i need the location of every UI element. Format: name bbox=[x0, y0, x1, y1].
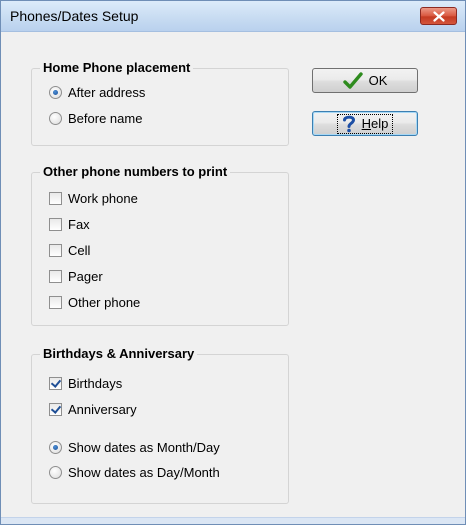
radio-before-name[interactable]: Before name bbox=[49, 109, 142, 127]
close-x-icon bbox=[433, 11, 445, 22]
after-address-label: After address bbox=[68, 84, 146, 100]
day-month-radio[interactable] bbox=[49, 465, 62, 479]
radio-after-address[interactable]: After address bbox=[49, 83, 145, 101]
other-phones-group: Other phone numbers to print Work phone … bbox=[31, 164, 289, 326]
help-button[interactable]: Help bbox=[312, 111, 418, 136]
pager-checkbox[interactable] bbox=[49, 269, 62, 283]
month-day-radio[interactable] bbox=[49, 440, 62, 454]
help-mnemonic: H bbox=[361, 116, 372, 131]
before-name-label: Before name bbox=[68, 110, 143, 126]
fax-option[interactable]: Fax bbox=[49, 215, 90, 233]
birthdays-label: Birthdays bbox=[68, 375, 123, 391]
dates-group-title: Birthdays & Anniversary bbox=[40, 346, 198, 361]
day-month-label: Show dates as Day/Month bbox=[68, 464, 220, 480]
day-month-option[interactable]: Show dates as Day/Month bbox=[49, 463, 220, 481]
month-day-option[interactable]: Show dates as Month/Day bbox=[49, 438, 220, 456]
work-phone-checkbox[interactable] bbox=[49, 191, 62, 205]
ok-button-label: OK bbox=[368, 73, 388, 88]
other-phone-option[interactable]: Other phone bbox=[49, 293, 140, 311]
help-label-rest: elp bbox=[371, 116, 389, 131]
anniversary-label: Anniversary bbox=[68, 401, 137, 417]
help-focus-ring: Help bbox=[336, 113, 394, 134]
work-phone-option[interactable]: Work phone bbox=[49, 189, 138, 207]
birthdays-option[interactable]: Birthdays bbox=[49, 374, 122, 392]
after-address-radio[interactable] bbox=[49, 85, 62, 99]
other-phone-label: Other phone bbox=[68, 294, 141, 310]
help-button-label: Help bbox=[362, 116, 389, 131]
month-day-label: Show dates as Month/Day bbox=[68, 439, 220, 455]
close-button[interactable] bbox=[420, 7, 457, 25]
pager-option[interactable]: Pager bbox=[49, 267, 103, 285]
dates-group: Birthdays & Anniversary Birthdays Annive… bbox=[31, 346, 289, 504]
other-phones-group-title: Other phone numbers to print bbox=[40, 164, 231, 179]
cell-checkbox[interactable] bbox=[49, 243, 62, 257]
pager-label: Pager bbox=[68, 268, 103, 284]
anniversary-option[interactable]: Anniversary bbox=[49, 400, 137, 418]
anniversary-checkbox[interactable] bbox=[49, 402, 62, 416]
before-name-radio[interactable] bbox=[49, 111, 62, 125]
fax-label: Fax bbox=[68, 216, 90, 232]
ok-button[interactable]: OK bbox=[312, 68, 418, 93]
window-title: Phones/Dates Setup bbox=[10, 8, 139, 24]
cell-option[interactable]: Cell bbox=[49, 241, 90, 259]
title-bar[interactable]: Phones/Dates Setup bbox=[1, 1, 465, 32]
home-phone-group: Home Phone placement After address Befor… bbox=[31, 60, 289, 146]
fax-checkbox[interactable] bbox=[49, 217, 62, 231]
cell-label: Cell bbox=[68, 242, 91, 258]
other-phone-checkbox[interactable] bbox=[49, 295, 62, 309]
dialog-body: Home Phone placement After address Befor… bbox=[9, 32, 457, 516]
checkmark-icon bbox=[342, 71, 363, 89]
home-phone-group-title: Home Phone placement bbox=[40, 60, 194, 75]
birthdays-checkbox[interactable] bbox=[49, 376, 62, 390]
work-phone-label: Work phone bbox=[68, 190, 138, 206]
window-bottom-border bbox=[1, 517, 465, 524]
dialog-window: Phones/Dates Setup Home Phone placement … bbox=[0, 0, 466, 525]
question-mark-icon bbox=[342, 115, 355, 132]
